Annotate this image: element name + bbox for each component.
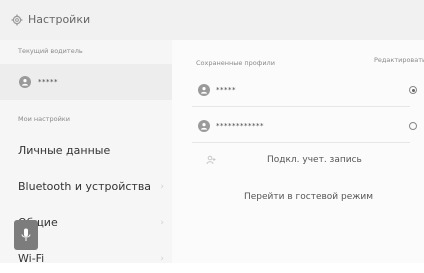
profile-radio[interactable]	[409, 122, 417, 130]
saved-profiles-label: Сохраненные профили	[196, 59, 275, 67]
profile-radio-selected[interactable]	[409, 86, 417, 94]
menu-item-label: Личные данные	[18, 144, 111, 157]
guest-mode-button[interactable]: Перейти в гостевой режим	[244, 192, 373, 202]
gear-icon	[11, 14, 23, 26]
user-avatar-icon	[198, 84, 210, 96]
link-account-button[interactable]: Подкл. учет. запись	[267, 155, 362, 165]
menu-item-label: Bluetooth и устройства	[18, 180, 152, 193]
menu-item-personal-data[interactable]: Личные данные	[0, 135, 172, 165]
divider	[192, 142, 410, 143]
current-driver-name: *****	[38, 78, 58, 86]
current-driver-label: Текущий водитель	[18, 47, 83, 55]
user-avatar-icon	[198, 120, 210, 132]
voice-assistant-button[interactable]	[14, 220, 38, 250]
edit-button[interactable]: Редактировать	[374, 56, 424, 64]
profiles-panel: Сохраненные профили Редактировать ***** …	[172, 40, 424, 263]
menu-item-bluetooth[interactable]: Bluetooth и устройства ›	[0, 171, 172, 201]
profile-row-1[interactable]: *****	[172, 76, 424, 104]
current-driver-row[interactable]: *****	[0, 64, 172, 100]
profile-name: *****	[216, 86, 236, 94]
profile-name: ************	[216, 122, 264, 130]
header-bar: Настройки	[0, 0, 424, 40]
microphone-icon	[21, 228, 31, 241]
chevron-right-icon: ›	[160, 218, 164, 228]
divider	[192, 106, 410, 107]
my-settings-label: Мои настройки	[18, 115, 70, 123]
user-avatar-icon	[19, 76, 31, 88]
profile-row-2[interactable]: ************	[172, 112, 424, 140]
page-title: Настройки	[28, 13, 91, 26]
menu-item-label: Wi-Fi	[18, 252, 45, 265]
link-account-icon	[206, 155, 216, 165]
settings-screen: Настройки Текущий водитель ***** Мои нас…	[0, 0, 424, 265]
chevron-right-icon: ›	[160, 182, 164, 192]
